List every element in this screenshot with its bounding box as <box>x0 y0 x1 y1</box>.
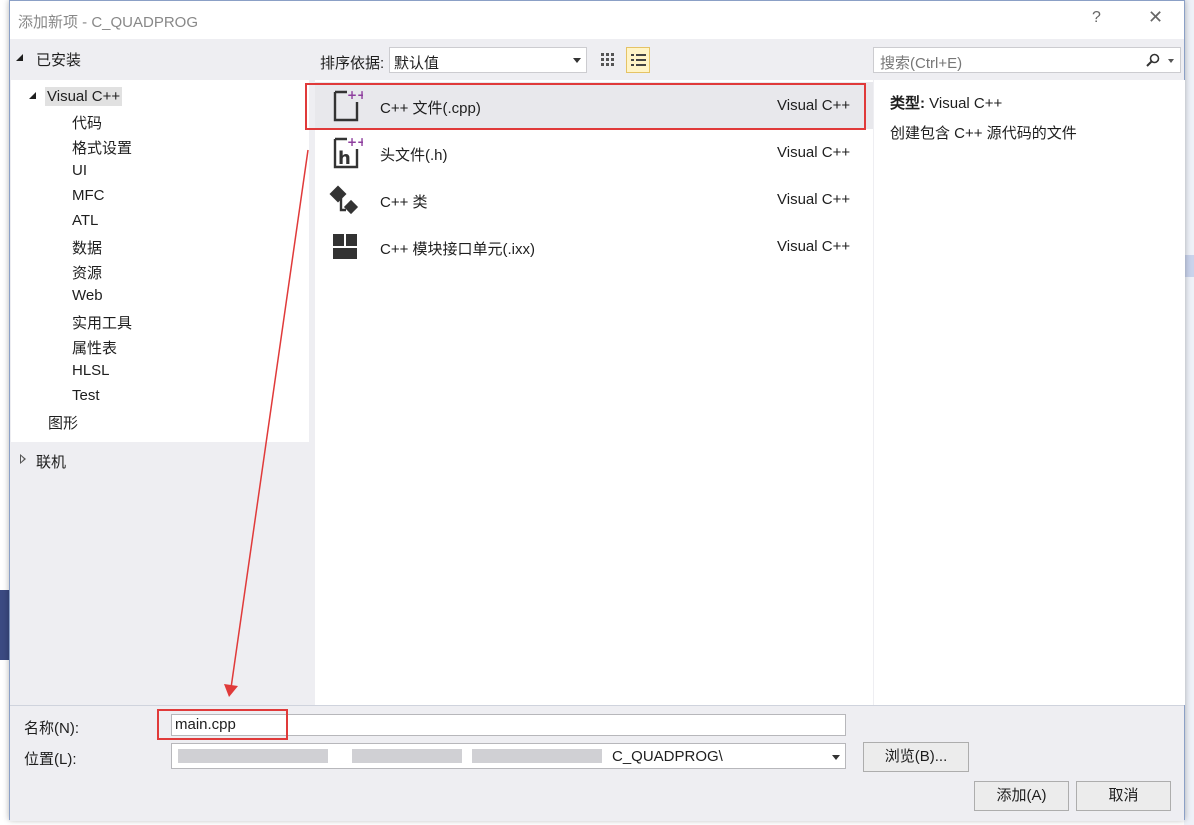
redacted-path <box>472 749 602 763</box>
location-label: 位置(L): <box>24 751 77 768</box>
location-field[interactable]: C_QUADPROG\ <box>171 743 846 769</box>
close-button[interactable]: ✕ <box>1148 7 1163 28</box>
cpp-class-icon <box>329 185 359 215</box>
module-unit-icon <box>333 234 357 259</box>
dialog-title: 添加新项 - C_QUADPROG <box>18 14 199 31</box>
svg-text:h: h <box>338 148 351 169</box>
tree-node-web[interactable]: Web <box>72 287 103 304</box>
template-language: Visual C++ <box>777 97 851 114</box>
header-file-icon: h ++ <box>333 135 363 169</box>
svg-text:++: ++ <box>347 88 363 102</box>
tree-node-mfc[interactable]: MFC <box>72 187 105 204</box>
expand-arrow-icon[interactable] <box>20 454 26 464</box>
template-language: Visual C++ <box>777 238 851 255</box>
add-button[interactable]: 添加(A) <box>974 781 1069 811</box>
tree-node-visual-cpp[interactable]: Visual C++ <box>45 87 123 106</box>
tree-node-property-sheets[interactable]: 属性表 <box>72 337 117 358</box>
search-placeholder: 搜索(Ctrl+E) <box>880 55 963 72</box>
list-view-button[interactable] <box>626 47 650 73</box>
chevron-down-icon[interactable] <box>1168 59 1174 63</box>
search-icon[interactable] <box>1146 53 1160 67</box>
title-bar: 添加新项 - C_QUADPROG ? ✕ <box>10 1 1184 39</box>
name-field[interactable]: main.cpp <box>171 714 846 736</box>
category-tree: Visual C++ 代码 格式设置 UI MFC ATL 数据 资源 Web … <box>11 80 309 442</box>
tree-node-formatting[interactable]: 格式设置 <box>72 137 132 158</box>
chevron-down-icon[interactable] <box>832 755 840 760</box>
collapse-arrow-icon <box>29 92 36 99</box>
list-item[interactable]: C++ 类 Visual C++ <box>315 176 873 223</box>
list-item[interactable]: C++ 模块接口单元(.ixx) Visual C++ <box>315 223 873 270</box>
template-name: 头文件(.h) <box>380 147 448 164</box>
list-item[interactable]: h ++ 头文件(.h) Visual C++ <box>315 129 873 176</box>
type-label: 类型: <box>890 95 925 112</box>
background-selection-strip <box>1184 255 1194 277</box>
template-language: Visual C++ <box>777 191 851 208</box>
tree-node-data[interactable]: 数据 <box>72 237 102 258</box>
cpp-file-icon: ++ <box>333 88 363 122</box>
tree-node-test[interactable]: Test <box>72 387 100 404</box>
template-list: ++ C++ 文件(.cpp) Visual C++ h ++ 头文件(.h) … <box>315 80 873 705</box>
tree-node-utilities[interactable]: 实用工具 <box>72 312 132 333</box>
template-type: 类型: Visual C++ <box>890 92 1002 113</box>
chevron-down-icon <box>573 58 581 63</box>
template-name: C++ 模块接口单元(.ixx) <box>380 241 536 258</box>
location-path: C_QUADPROG\ <box>612 748 723 765</box>
add-new-item-dialog: 添加新项 - C_QUADPROG ? ✕ 已安装 Visual C++ 代码 … <box>9 0 1185 821</box>
template-description: 创建包含 C++ 源代码的文件 <box>890 125 1077 142</box>
redacted-path <box>178 749 328 763</box>
sort-label: 排序依据: <box>320 55 385 72</box>
name-label: 名称(N): <box>24 720 79 737</box>
tree-node-atl[interactable]: ATL <box>72 212 98 229</box>
background-right-strip <box>1184 0 1194 825</box>
tree-node-ui[interactable]: UI <box>72 162 87 179</box>
template-name: C++ 类 <box>380 194 428 211</box>
tree-node-installed: 已安装 <box>36 52 82 69</box>
tree-node-graphics[interactable]: 图形 <box>48 412 78 433</box>
tree-node-resources[interactable]: 资源 <box>72 262 102 283</box>
tree-node-code[interactable]: 代码 <box>72 112 102 133</box>
description-panel: 类型: Visual C++ 创建包含 C++ 源代码的文件 <box>874 80 1185 705</box>
template-name: C++ 文件(.cpp) <box>380 100 481 117</box>
browse-button[interactable]: 浏览(B)... <box>863 742 969 772</box>
help-button[interactable]: ? <box>1092 9 1101 27</box>
search-input[interactable]: 搜索(Ctrl+E) <box>873 47 1181 73</box>
template-language: Visual C++ <box>777 144 851 161</box>
cancel-button[interactable]: 取消 <box>1076 781 1171 811</box>
sort-value: 默认值 <box>394 55 440 72</box>
sort-dropdown[interactable]: 默认值 <box>389 47 587 73</box>
tree-node-online[interactable]: 联机 <box>36 451 66 472</box>
redacted-path <box>352 749 462 763</box>
collapse-arrow-icon <box>16 54 23 61</box>
list-item[interactable]: ++ C++ 文件(.cpp) Visual C++ <box>315 82 873 129</box>
svg-text:++: ++ <box>347 135 363 149</box>
type-value: Visual C++ <box>929 95 1003 112</box>
grid-view-button[interactable] <box>596 47 620 73</box>
tree-node-hlsl[interactable]: HLSL <box>72 362 110 379</box>
